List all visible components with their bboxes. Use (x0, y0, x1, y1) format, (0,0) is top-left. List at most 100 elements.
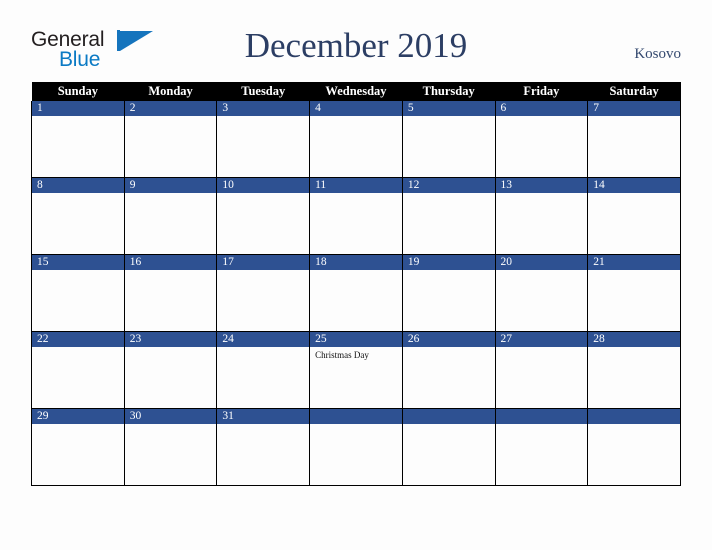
day-number: 26 (402, 332, 495, 347)
day-cell[interactable]: 12 (401, 177, 496, 255)
day-event (496, 424, 588, 427)
country-label: Kosovo (634, 46, 681, 62)
day-event (588, 424, 680, 427)
day-event (496, 116, 588, 119)
day-event (403, 116, 495, 119)
day-event (32, 424, 124, 427)
day-cell[interactable]: 14 (587, 177, 681, 255)
day-cell[interactable] (587, 408, 681, 486)
day-number: 16 (124, 255, 217, 270)
week-row: 8 9 10 11 12 13 14 (31, 177, 681, 255)
day-number: 24 (217, 332, 310, 347)
day-cell[interactable]: 22 (31, 331, 125, 409)
weekday-header-row: Sunday Monday Tuesday Wednesday Thursday… (31, 82, 681, 101)
weekday-header-thursday: Thursday (402, 82, 496, 101)
day-cell[interactable] (309, 408, 403, 486)
day-number: 10 (217, 178, 310, 193)
day-cell[interactable]: 10 (216, 177, 311, 255)
day-cell[interactable]: 15 (31, 254, 125, 332)
day-number: 27 (495, 332, 588, 347)
day-cell[interactable]: 21 (587, 254, 681, 332)
day-cell[interactable]: 7 (587, 101, 681, 178)
day-cell[interactable]: 11 (309, 177, 403, 255)
day-event (403, 270, 495, 273)
day-number: 5 (402, 101, 495, 116)
day-cell[interactable]: 31 (216, 408, 311, 486)
calendar-page: General Blue December 2019 Kosovo Sunday… (0, 0, 712, 550)
day-cell[interactable]: 23 (123, 331, 218, 409)
day-event (125, 193, 217, 196)
day-cell[interactable]: 16 (123, 254, 218, 332)
day-event (588, 116, 680, 119)
day-cell[interactable]: 29 (31, 408, 125, 486)
day-number: 21 (588, 255, 680, 270)
weekday-header-saturday: Saturday (587, 82, 681, 101)
calendar-body: 1 2 3 4 5 6 7 8 9 10 11 12 13 14 15 16 1… (31, 101, 681, 486)
day-cell[interactable]: 17 (216, 254, 311, 332)
weekday-header-wednesday: Wednesday (309, 82, 403, 101)
weekday-header-friday: Friday (495, 82, 588, 101)
page-title: December 2019 (244, 26, 468, 65)
day-event (403, 193, 495, 196)
page-header: General Blue December 2019 Kosovo (0, 0, 712, 82)
week-row: 15 16 17 18 19 20 21 (31, 254, 681, 332)
day-number: 2 (124, 101, 217, 116)
day-event (588, 347, 680, 350)
day-cell[interactable]: 20 (494, 254, 589, 332)
day-number (310, 409, 402, 424)
day-event (496, 270, 588, 273)
day-number: 13 (495, 178, 588, 193)
day-event (496, 347, 588, 350)
day-event (217, 193, 309, 196)
day-number: 14 (588, 178, 680, 193)
day-event (588, 270, 680, 273)
day-event (125, 116, 217, 119)
day-number: 20 (495, 255, 588, 270)
day-cell[interactable]: 25 Christmas Day (309, 331, 403, 409)
day-cell[interactable]: 27 (494, 331, 589, 409)
week-row: 1 2 3 4 5 6 7 (31, 101, 681, 178)
day-number: 3 (217, 101, 310, 116)
day-number: 29 (32, 409, 124, 424)
day-number: 4 (310, 101, 402, 116)
day-event: Christmas Day (315, 350, 369, 360)
weekday-header-monday: Monday (124, 82, 217, 101)
day-event (217, 116, 309, 119)
day-cell[interactable]: 24 (216, 331, 311, 409)
day-number: 30 (124, 409, 217, 424)
day-number: 9 (124, 178, 217, 193)
day-event (588, 193, 680, 196)
day-cell[interactable]: 4 (309, 101, 403, 178)
day-number: 28 (588, 332, 680, 347)
day-cell[interactable]: 6 (494, 101, 589, 178)
day-event (32, 193, 124, 196)
day-cell[interactable]: 2 (123, 101, 218, 178)
day-event (32, 270, 124, 273)
day-number: 25 (310, 332, 402, 347)
day-event (217, 347, 309, 350)
day-cell[interactable]: 18 (309, 254, 403, 332)
day-cell[interactable]: 28 (587, 331, 681, 409)
day-cell[interactable] (401, 408, 496, 486)
day-cell[interactable]: 13 (494, 177, 589, 255)
day-cell[interactable]: 8 (31, 177, 125, 255)
day-event (496, 193, 588, 196)
day-number (402, 409, 495, 424)
day-number: 31 (217, 409, 310, 424)
day-cell[interactable]: 30 (123, 408, 218, 486)
day-cell[interactable]: 26 (401, 331, 496, 409)
weekday-header-tuesday: Tuesday (216, 82, 310, 101)
day-cell[interactable]: 19 (401, 254, 496, 332)
day-cell[interactable]: 5 (401, 101, 496, 178)
day-number: 17 (217, 255, 310, 270)
day-event (32, 347, 124, 350)
month-calendar-table: Sunday Monday Tuesday Wednesday Thursday… (31, 82, 681, 486)
day-cell[interactable]: 3 (216, 101, 311, 178)
day-number: 23 (124, 332, 217, 347)
day-cell[interactable] (494, 408, 589, 486)
day-number: 1 (32, 101, 124, 116)
week-row: 22 23 24 25 Christmas Day 26 27 28 (31, 331, 681, 409)
day-cell[interactable]: 1 (31, 101, 125, 178)
day-event (217, 270, 309, 273)
day-cell[interactable]: 9 (123, 177, 218, 255)
